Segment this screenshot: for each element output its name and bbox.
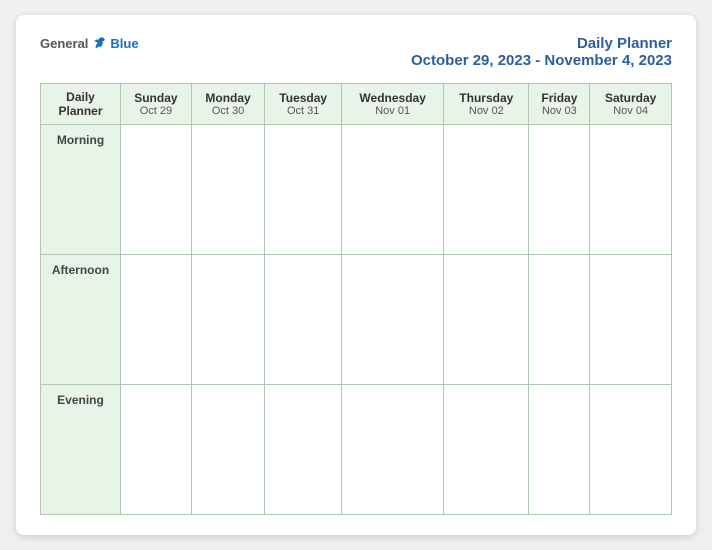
evening-tuesday-cell[interactable] <box>265 385 342 515</box>
day-name-tuesday: Tuesday <box>269 91 337 105</box>
evening-label: Evening <box>41 385 121 515</box>
day-date-nov04: Nov 04 <box>594 105 667 117</box>
planner-header-cell: Daily Planner <box>41 84 121 125</box>
day-name-sunday: Sunday <box>125 91 187 105</box>
evening-wednesday-cell[interactable] <box>342 385 444 515</box>
afternoon-label: Afternoon <box>41 255 121 385</box>
morning-row: Morning <box>41 125 672 255</box>
day-name-thursday: Thursday <box>448 91 524 105</box>
day-date-nov02: Nov 02 <box>448 105 524 117</box>
logo-bird-icon <box>92 35 108 51</box>
day-date-oct31: Oct 31 <box>269 105 337 117</box>
evening-row: Evening <box>41 385 672 515</box>
col-header-wednesday: Wednesday Nov 01 <box>342 84 444 125</box>
afternoon-thursday-cell[interactable] <box>444 255 529 385</box>
day-date-nov03: Nov 03 <box>533 105 585 117</box>
afternoon-saturday-cell[interactable] <box>590 255 672 385</box>
day-name-monday: Monday <box>196 91 261 105</box>
page: General Blue Daily Planner October 29, 2… <box>16 15 696 535</box>
header-planner-label: Planner <box>45 104 116 118</box>
header-daily-label: Daily <box>45 90 116 104</box>
logo-general-text: General <box>40 36 88 51</box>
calendar-table: Daily Planner Sunday Oct 29 Monday Oct 3… <box>40 83 672 515</box>
afternoon-wednesday-cell[interactable] <box>342 255 444 385</box>
afternoon-tuesday-cell[interactable] <box>265 255 342 385</box>
planner-title: Daily Planner <box>411 35 672 52</box>
header: General Blue Daily Planner October 29, 2… <box>40 35 672 69</box>
day-date-oct29: Oct 29 <box>125 105 187 117</box>
col-header-sunday: Sunday Oct 29 <box>121 84 192 125</box>
logo-blue-text: Blue <box>110 36 138 51</box>
title-area: Daily Planner October 29, 2023 - Novembe… <box>411 35 672 69</box>
evening-saturday-cell[interactable] <box>590 385 672 515</box>
morning-wednesday-cell[interactable] <box>342 125 444 255</box>
morning-monday-cell[interactable] <box>191 125 265 255</box>
column-header-row: Daily Planner Sunday Oct 29 Monday Oct 3… <box>41 84 672 125</box>
day-date-oct30: Oct 30 <box>196 105 261 117</box>
morning-thursday-cell[interactable] <box>444 125 529 255</box>
evening-thursday-cell[interactable] <box>444 385 529 515</box>
morning-sunday-cell[interactable] <box>121 125 192 255</box>
evening-friday-cell[interactable] <box>529 385 590 515</box>
morning-tuesday-cell[interactable] <box>265 125 342 255</box>
afternoon-friday-cell[interactable] <box>529 255 590 385</box>
day-date-nov01: Nov 01 <box>346 105 439 117</box>
col-header-friday: Friday Nov 03 <box>529 84 590 125</box>
morning-label: Morning <box>41 125 121 255</box>
evening-sunday-cell[interactable] <box>121 385 192 515</box>
morning-friday-cell[interactable] <box>529 125 590 255</box>
col-header-thursday: Thursday Nov 02 <box>444 84 529 125</box>
logo-area: General Blue <box>40 35 139 51</box>
logo: General Blue <box>40 35 139 51</box>
col-header-monday: Monday Oct 30 <box>191 84 265 125</box>
day-name-friday: Friday <box>533 91 585 105</box>
afternoon-row: Afternoon <box>41 255 672 385</box>
afternoon-monday-cell[interactable] <box>191 255 265 385</box>
col-header-saturday: Saturday Nov 04 <box>590 84 672 125</box>
planner-date-range: October 29, 2023 - November 4, 2023 <box>411 52 672 69</box>
afternoon-sunday-cell[interactable] <box>121 255 192 385</box>
day-name-wednesday: Wednesday <box>346 91 439 105</box>
col-header-tuesday: Tuesday Oct 31 <box>265 84 342 125</box>
day-name-saturday: Saturday <box>594 91 667 105</box>
morning-saturday-cell[interactable] <box>590 125 672 255</box>
evening-monday-cell[interactable] <box>191 385 265 515</box>
